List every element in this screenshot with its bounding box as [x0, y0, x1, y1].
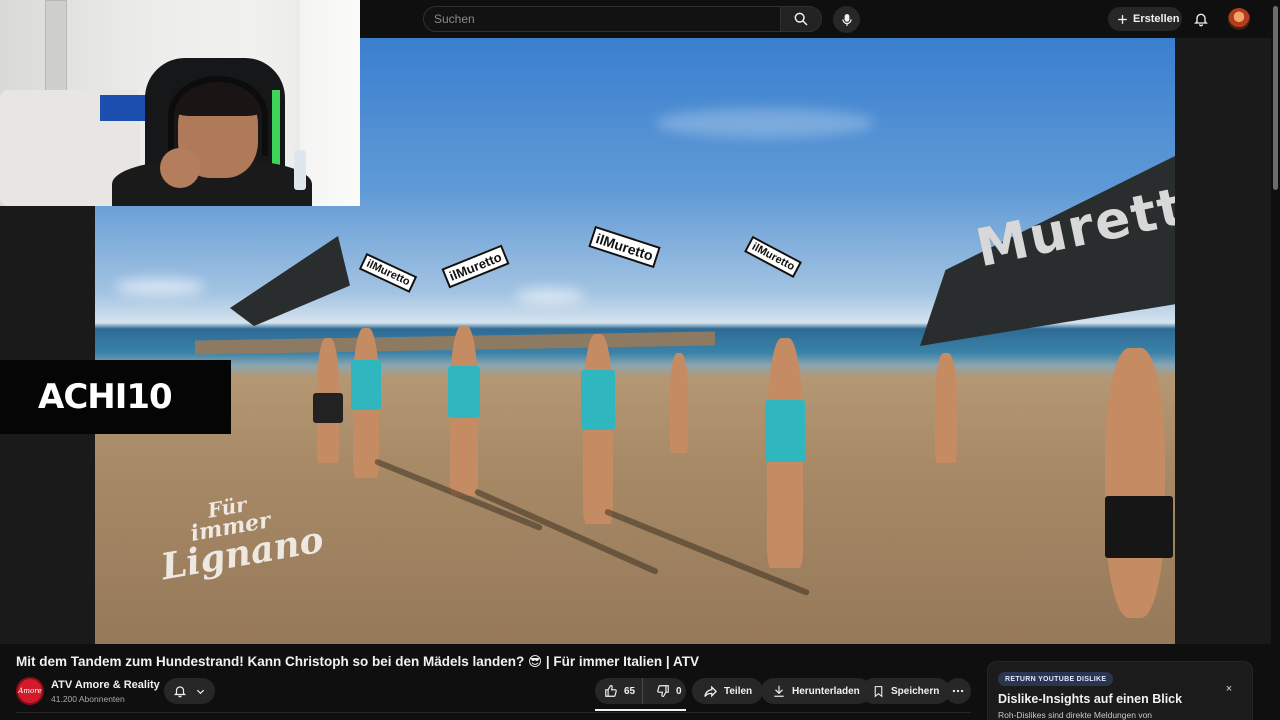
panel-title: Dislike-Insights auf einen Blick — [998, 692, 1183, 706]
swimwear — [581, 370, 615, 430]
download-button[interactable]: Herunterladen — [761, 678, 871, 704]
beach-sign: ilMuretto — [358, 252, 418, 294]
create-label: Erstellen — [1133, 13, 1180, 25]
person — [670, 353, 688, 453]
streamer-name: ACHI10 — [38, 377, 173, 417]
like-ratio-bar — [595, 709, 686, 711]
scrollbar-thumb[interactable] — [1273, 6, 1278, 190]
close-icon[interactable]: × — [1222, 682, 1236, 696]
page-scrollbar[interactable] — [1271, 0, 1280, 720]
dislike-count: 0 — [676, 685, 682, 697]
beach-sign: ilMuretto — [744, 235, 803, 279]
swimwear — [1105, 496, 1173, 558]
voice-search-button[interactable] — [833, 6, 860, 33]
beach-sign: ilMuretto — [588, 225, 661, 269]
account-avatar[interactable] — [1228, 8, 1250, 30]
notifications-button[interactable] — [1191, 9, 1211, 29]
swimwear — [765, 400, 805, 462]
divider — [16, 712, 971, 713]
search-button[interactable] — [780, 6, 822, 32]
thumb-down-icon — [657, 685, 669, 697]
share-button[interactable]: Teilen — [692, 678, 764, 704]
panel-description: Roh-Dislikes sind direkte Meldungen von — [998, 710, 1153, 720]
more-icon — [952, 689, 964, 693]
cloud — [655, 108, 875, 138]
dislike-button[interactable]: 0 — [649, 678, 682, 704]
door — [45, 0, 67, 95]
search-icon — [794, 12, 808, 26]
save-label: Speichern — [891, 685, 940, 697]
channel-avatar[interactable]: Amore — [16, 677, 44, 705]
beach-sign: ilMuretto — [441, 244, 510, 289]
shadow — [473, 488, 659, 576]
mic-icon — [841, 13, 852, 26]
chevron-down-icon — [196, 689, 205, 694]
subscription-notifications-button[interactable] — [164, 678, 215, 704]
swimwear — [351, 360, 381, 410]
bell-icon — [173, 686, 187, 698]
video-title: Mit dem Tandem zum Hundestrand! Kann Chr… — [16, 654, 699, 669]
person — [1105, 348, 1165, 618]
download-icon — [774, 685, 784, 697]
person — [935, 353, 957, 463]
like-button[interactable]: 65 — [595, 678, 643, 704]
headset — [168, 76, 268, 156]
swimwear — [448, 366, 480, 418]
webcam-overlay — [0, 0, 360, 206]
create-button[interactable]: Erstellen — [1108, 7, 1182, 31]
save-button[interactable]: Speichern — [861, 678, 951, 704]
streamer-hand — [160, 148, 200, 188]
search-input[interactable] — [434, 7, 764, 31]
flag-left — [230, 236, 350, 326]
share-label: Teilen — [724, 685, 753, 697]
like-count: 65 — [624, 685, 636, 697]
cloud — [115, 278, 205, 296]
plus-icon — [1118, 14, 1127, 24]
more-actions-button[interactable] — [945, 678, 971, 704]
share-icon — [704, 685, 718, 697]
subscriber-count: 41.200 Abonnenten — [51, 694, 125, 704]
channel-name[interactable]: ATV Amore & Reality — [51, 679, 160, 691]
channel-avatar-text: Amore — [18, 687, 42, 695]
bookmark-icon — [874, 685, 883, 698]
search-box[interactable] — [423, 6, 781, 32]
download-label: Herunterladen — [792, 685, 860, 697]
swimwear — [313, 393, 343, 423]
extension-badge: RETURN YOUTUBE DISLIKE — [998, 672, 1114, 686]
bell-icon — [1194, 13, 1208, 27]
dislike-insights-panel: RETURN YOUTUBE DISLIKE Dislike-Insights … — [987, 661, 1253, 720]
cloud — [515, 288, 585, 304]
thumb-up-icon — [605, 685, 617, 697]
window — [300, 0, 360, 206]
streamer-name-overlay: ACHI10 — [0, 360, 231, 434]
show-logo-watermark: Für immer Lignano — [152, 486, 327, 588]
bottle — [294, 150, 306, 190]
like-dislike-group: 65 0 — [595, 678, 686, 704]
